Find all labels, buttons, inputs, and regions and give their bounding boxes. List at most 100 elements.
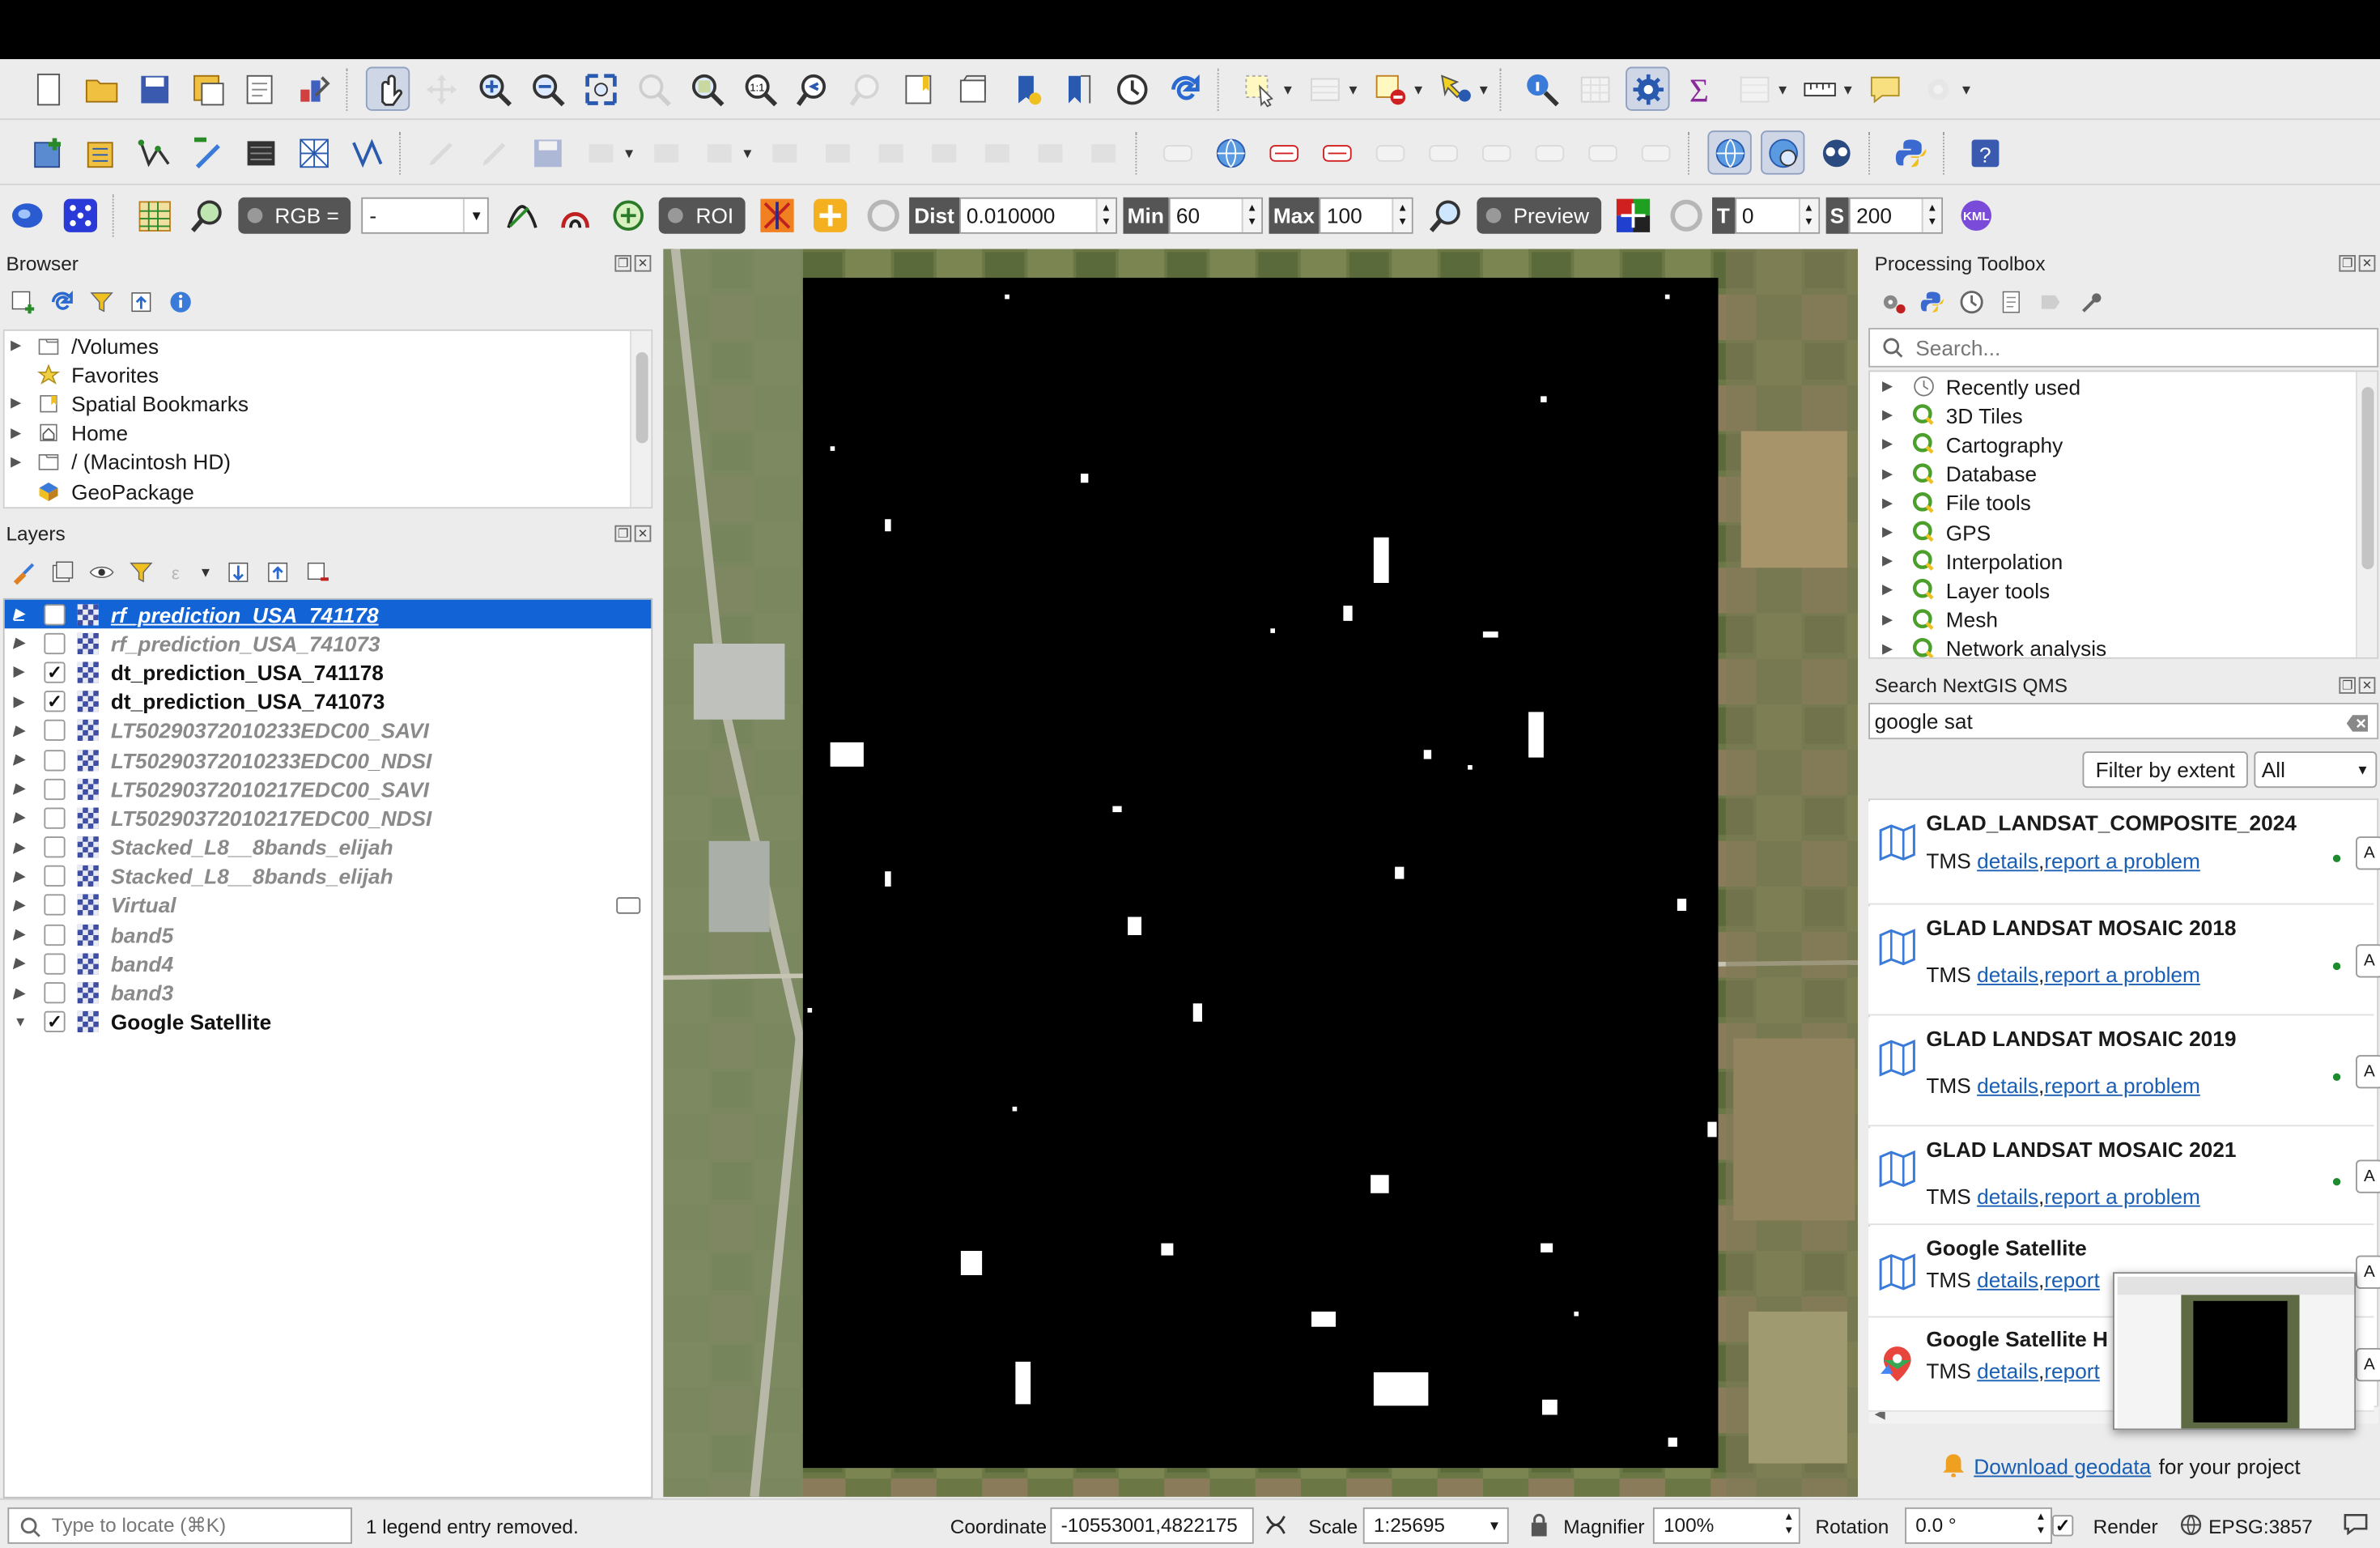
remove-layer-icon[interactable] <box>300 555 334 589</box>
expand-arrow-icon[interactable]: ▶ <box>1882 378 1901 395</box>
statistics-icon[interactable]: Σ <box>1679 67 1723 111</box>
chevron-down-icon[interactable]: ▼ <box>1412 81 1426 96</box>
qms-result-item[interactable]: GLAD LANDSAT MOSAIC 2018 TMS details,repo… <box>1868 906 2380 1016</box>
collapse-all-icon[interactable] <box>125 286 158 319</box>
chevron-down-icon[interactable]: ▼ <box>1960 81 1974 96</box>
embedded-widget-icon[interactable] <box>616 897 641 914</box>
python-icon[interactable] <box>1915 286 1949 319</box>
print-layout-icon[interactable] <box>238 67 282 111</box>
cut-icon[interactable] <box>869 130 912 174</box>
edits-icon[interactable] <box>419 130 463 174</box>
layer-visibility-checkbox[interactable]: ✓ <box>44 1011 66 1033</box>
add-service-button[interactable]: A <box>2356 1055 2380 1089</box>
expand-arrow-icon[interactable]: ▶ <box>11 337 26 354</box>
temporal-controller-icon[interactable] <box>1110 67 1154 111</box>
collapse-layers-icon[interactable] <box>261 555 295 589</box>
min-spinbox[interactable]: 60 ▲ ▼ <box>1168 197 1263 234</box>
layer-visibility-checkbox[interactable] <box>44 924 66 946</box>
curve-alpha-icon[interactable] <box>500 194 544 237</box>
layer-visibility-checkbox[interactable] <box>44 749 66 771</box>
toolbox-icon[interactable] <box>1626 66 1670 111</box>
browser-item[interactable]: ▶ / (Macintosh HD) <box>5 448 652 477</box>
expand-arrow-icon[interactable]: ▼ <box>14 1014 32 1030</box>
vertex-tool-icon[interactable] <box>697 130 741 174</box>
highlight-labels-icon[interactable] <box>1315 130 1358 174</box>
expand-arrow-icon[interactable]: ▶ <box>14 985 32 1002</box>
details-link[interactable]: details <box>1977 848 2038 873</box>
layer-visibility-checkbox[interactable] <box>44 807 66 829</box>
pan-map-icon[interactable] <box>365 66 410 111</box>
layer-visibility-checkbox[interactable] <box>44 953 66 975</box>
processing-group[interactable]: ▶ Mesh <box>1870 605 2377 634</box>
expand-arrow-icon[interactable]: ▶ <box>14 664 32 681</box>
chevron-down-icon[interactable]: ▼ <box>1346 81 1360 96</box>
processing-group[interactable]: ▶ File tools <box>1870 488 2377 517</box>
qms-search-input[interactable]: google sat <box>1868 703 2379 740</box>
eye-icon[interactable] <box>85 555 118 589</box>
measure-line-icon[interactable] <box>1797 67 1841 111</box>
browser-item[interactable]: ▶ Spatial Bookmarks <box>5 389 652 419</box>
report-problem-link[interactable]: report <box>2044 1359 2100 1383</box>
processing-group[interactable]: ▶ Database <box>1870 459 2377 488</box>
layer-labeling-icon[interactable] <box>1209 130 1252 174</box>
layer-item[interactable]: ▶ Virtual <box>5 891 652 920</box>
zoom-pixel-icon[interactable] <box>185 194 229 237</box>
layer-item[interactable]: ▶ ✓ dt_prediction_USA_741178 <box>5 658 652 687</box>
add-service-button[interactable]: A <box>2356 944 2380 978</box>
expand-arrow-icon[interactable]: ▶ <box>1882 495 1901 512</box>
zoom-preview-icon[interactable] <box>1424 194 1468 237</box>
filter-legend-icon[interactable] <box>125 555 158 589</box>
add-raster-icon[interactable] <box>79 130 123 174</box>
redo-icon[interactable] <box>1081 130 1124 174</box>
python-console-icon[interactable] <box>1889 130 1932 174</box>
add-mesh-icon[interactable] <box>291 130 335 174</box>
lock-icon[interactable] <box>1530 1513 1549 1541</box>
add-service-button[interactable]: A <box>2356 1348 2380 1382</box>
add-service-button[interactable]: A <box>2356 1159 2380 1193</box>
filter-icon[interactable] <box>85 286 118 319</box>
layer-visibility-checkbox[interactable] <box>44 982 66 1004</box>
delete-selected-icon[interactable] <box>815 130 859 174</box>
browser-scrollbar[interactable] <box>630 330 652 508</box>
roi-cross-icon[interactable] <box>754 194 798 237</box>
pin-labels-icon[interactable] <box>1367 130 1411 174</box>
help-contents-icon[interactable]: ? <box>1962 130 2006 174</box>
layer-item[interactable]: ▶ Stacked_L8__8bands_elijah <box>5 861 652 891</box>
show-hide-labels-icon[interactable] <box>1421 130 1464 174</box>
expression-filter-icon[interactable]: ε <box>164 555 198 589</box>
digitize-icon[interactable] <box>578 130 622 174</box>
style-brush-icon[interactable] <box>6 555 40 589</box>
t-spinbox[interactable]: 0 ▲ ▼ <box>1734 197 1820 234</box>
add-vector-icon[interactable] <box>132 130 176 174</box>
zoom-to-selection-icon[interactable] <box>631 67 675 111</box>
expand-arrow-icon[interactable]: ▶ <box>14 751 32 768</box>
add-service-button[interactable]: A <box>2356 1255 2380 1289</box>
reload-dim-icon[interactable] <box>1664 194 1707 237</box>
layer-item[interactable]: ▶ ✓ dt_prediction_USA_741073 <box>5 687 652 717</box>
processing-group[interactable]: ▶ Network analysis <box>1870 634 2377 657</box>
layer-item[interactable]: ▶ LT50290372010217EDC00_SAVI <box>5 774 652 803</box>
add-selected-icon[interactable] <box>6 286 40 319</box>
layer-item[interactable]: ▼ ✓ Google Satellite <box>5 1007 652 1036</box>
layer-item[interactable]: ▶ Stacked_L8__8bands_elijah <box>5 832 652 861</box>
paste-icon[interactable] <box>975 130 1018 174</box>
save-project-icon[interactable] <box>132 67 176 111</box>
label-settings-icon[interactable] <box>1155 130 1199 174</box>
qms-result-item[interactable]: GLAD LANDSAT MOSAIC 2019 TMS details,repo… <box>1868 1017 2380 1127</box>
expand-arrow-icon[interactable]: ▶ <box>14 693 32 710</box>
add-roi-icon[interactable] <box>808 194 852 237</box>
layer-visibility-checkbox[interactable] <box>44 778 66 800</box>
toggle-editing-icon[interactable] <box>472 130 516 174</box>
plugin-gear-icon[interactable] <box>1915 67 1959 111</box>
chevron-down-icon[interactable]: ▼ <box>1776 81 1790 96</box>
move-label-icon[interactable] <box>1527 130 1570 174</box>
close-panel-icon[interactable]: ✕ <box>634 255 652 272</box>
style-manager-icon[interactable] <box>291 67 335 111</box>
layer-visibility-checkbox[interactable] <box>44 720 66 742</box>
toggle-extents-icon[interactable] <box>1263 1512 1289 1543</box>
download-geodata-link[interactable]: Download geodata <box>1974 1454 2151 1478</box>
add-group-icon[interactable] <box>45 555 79 589</box>
coordinate-field[interactable]: -10553001,4822175 <box>1050 1507 1254 1544</box>
rgb-button[interactable]: RGB = <box>238 197 351 234</box>
layer-item[interactable]: ▶ rf_prediction_USA_741073 <box>5 629 652 658</box>
